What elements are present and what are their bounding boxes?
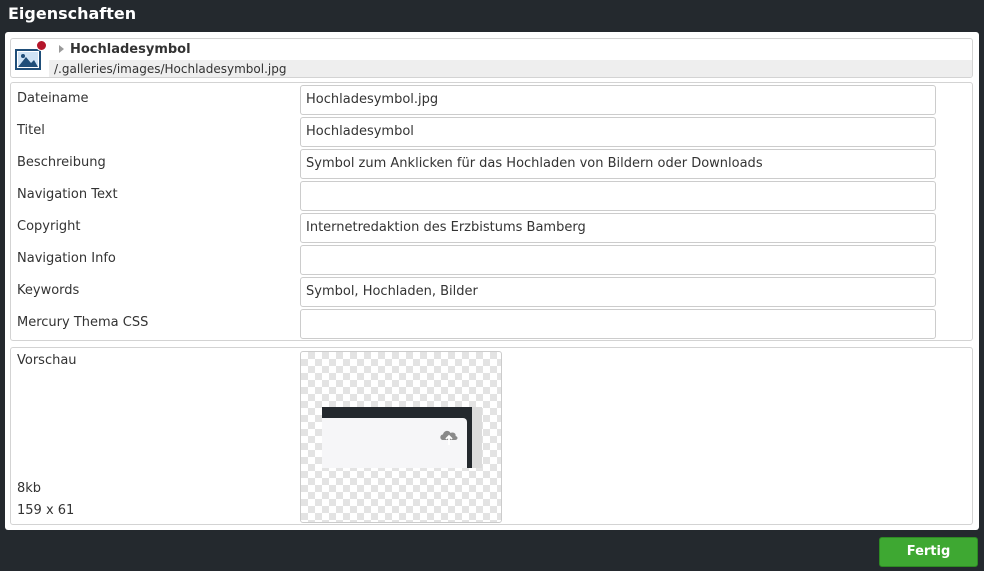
preview-label: Vorschau — [17, 353, 77, 368]
done-button[interactable]: Fertig — [879, 537, 978, 567]
property-row-keywords: Keywords Symbol, Hochladen, Bilder — [11, 275, 972, 307]
beschreibung-field[interactable]: Symbol zum Anklicken für das Hochladen v… — [300, 149, 936, 179]
keywords-field[interactable]: Symbol, Hochladen, Bilder — [300, 277, 936, 307]
resource-title: Hochladesymbol — [70, 42, 191, 57]
property-label: Navigation Text — [17, 187, 118, 202]
file-size: 8kb — [17, 481, 42, 496]
preview-image — [300, 351, 502, 523]
property-label: Beschreibung — [17, 155, 106, 170]
image-dimensions: 159 x 61 — [17, 503, 75, 518]
property-label: Dateiname — [17, 91, 89, 106]
preview-panel: Vorschau 8kb 159 x 61 — [10, 347, 973, 525]
property-row-navigation-text: Navigation Text — [11, 179, 972, 211]
property-row-titel: Titel Hochladesymbol — [11, 115, 972, 147]
preview-shade — [472, 407, 482, 468]
property-label: Titel — [17, 123, 45, 138]
resource-header[interactable]: Hochladesymbol /.galleries/images/Hochla… — [10, 38, 973, 78]
dateiname-field[interactable]: Hochladesymbol.jpg — [300, 85, 936, 115]
property-label: Copyright — [17, 219, 81, 234]
property-row-copyright: Copyright Internetredaktion des Erzbistu… — [11, 211, 972, 243]
property-row-beschreibung: Beschreibung Symbol zum Anklicken für da… — [11, 147, 972, 179]
titel-field[interactable]: Hochladesymbol — [300, 117, 936, 147]
dialog-title: Eigenschaften — [8, 4, 137, 23]
expand-caret-icon[interactable] — [59, 45, 64, 53]
property-label: Mercury Thema CSS — [17, 315, 149, 330]
dialog-body: Hochladesymbol /.galleries/images/Hochla… — [5, 32, 979, 530]
resource-path: /.galleries/images/Hochladesymbol.jpg — [54, 62, 287, 76]
property-row-mercury-thema-css: Mercury Thema CSS — [11, 307, 972, 339]
navigation-info-field[interactable] — [300, 245, 936, 275]
mercury-thema-css-field[interactable] — [300, 309, 936, 339]
properties-form: Dateiname Hochladesymbol.jpg Titel Hochl… — [10, 82, 973, 341]
resource-path-bar: /.galleries/images/Hochladesymbol.jpg — [49, 60, 972, 77]
property-label: Navigation Info — [17, 251, 116, 266]
cloud-upload-icon — [440, 430, 458, 445]
status-badge — [36, 40, 47, 51]
property-row-navigation-info: Navigation Info — [11, 243, 972, 275]
navigation-text-field[interactable] — [300, 181, 936, 211]
property-row-dateiname: Dateiname Hochladesymbol.jpg — [11, 83, 972, 115]
copyright-field[interactable]: Internetredaktion des Erzbistums Bamberg — [300, 213, 936, 243]
property-label: Keywords — [17, 283, 80, 298]
